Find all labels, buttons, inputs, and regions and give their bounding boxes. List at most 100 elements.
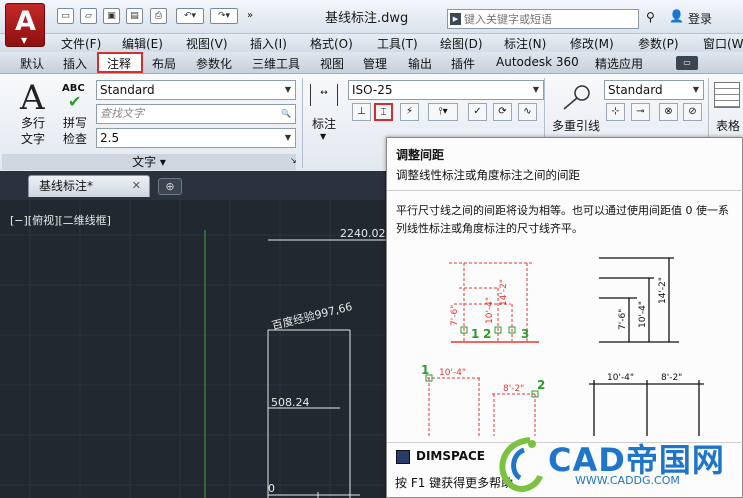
fig-label: 8'-2" <box>503 384 524 394</box>
user-icon: 👤 <box>669 9 684 23</box>
save-as-icon[interactable]: ▤ <box>126 8 143 24</box>
chevron-down-icon: ▼ <box>532 85 539 94</box>
dim-text-bottom[interactable]: 0 <box>268 482 275 495</box>
tab-manage[interactable]: 管理 <box>363 55 387 72</box>
tab-parametric[interactable]: 参数化 <box>196 55 232 72</box>
fig-label: 10'-4" <box>607 373 634 383</box>
menu-dimension[interactable]: 标注(N) <box>504 35 546 52</box>
dim-continue-icon[interactable]: ⫯▾ <box>428 103 458 121</box>
add-leader-icon[interactable]: ⊹ <box>606 103 625 121</box>
text-height-select[interactable]: 2.5 ▼ <box>96 128 296 148</box>
update-icon[interactable]: ⟳ <box>493 103 512 121</box>
panel-launcher-icon[interactable]: ↘ <box>290 156 297 165</box>
dim-baseline-icon[interactable]: ⊥ <box>352 103 371 121</box>
tab-autodesk-360[interactable]: Autodesk 360 <box>496 55 579 69</box>
drawing-geometry <box>0 200 386 498</box>
login-link[interactable]: 登录 <box>688 10 712 27</box>
close-icon[interactable]: ✕ <box>132 176 141 196</box>
viewport-label[interactable]: [−][俯视][二维线框] <box>10 212 111 228</box>
menu-modify[interactable]: 修改(M) <box>570 35 614 52</box>
spell-label-2[interactable]: 检查 <box>63 130 87 147</box>
grid-lines <box>0 200 386 498</box>
mtext-label-2[interactable]: 文字 <box>21 130 45 147</box>
find-text-field[interactable]: 查找文字 🔍 <box>96 104 296 124</box>
drawing-canvas[interactable]: [−][俯视][二维线框] 2240.02 百度经验997,66 508.24 … <box>0 200 386 498</box>
more-tools-icon[interactable]: » <box>247 10 253 21</box>
spell-label-1[interactable]: 拼写 <box>63 114 87 131</box>
menu-parametric[interactable]: 参数(P) <box>638 35 679 52</box>
dim-text-top[interactable]: 2240.02 <box>340 227 386 240</box>
tooltip-illustration: 7'-6" 10'-4" 14'-2" 1 2 3 7'-6" 10'-4" 1… <box>421 257 704 436</box>
inspect-icon[interactable]: ✓ <box>468 103 487 121</box>
application-menu-button[interactable]: A ▼ <box>5 3 45 47</box>
tooltip-detail: 平行尺寸线之间的间距将设为相等。也可以通过使用间距值 0 使一系列线性标注或角度… <box>396 204 729 235</box>
dim-style-select[interactable]: ISO-25 ▼ <box>348 80 544 100</box>
menu-file[interactable]: 文件(F) <box>61 35 101 52</box>
chevron-down-icon: ▼ <box>284 85 291 94</box>
search-box[interactable]: ▶ <box>447 9 639 29</box>
find-icon[interactable]: 🔍 <box>281 105 291 123</box>
fig-label: 10'-4" <box>485 297 495 324</box>
fig-number: 1 <box>471 327 479 341</box>
tab-annotate[interactable]: 注释 <box>107 55 131 72</box>
menu-tools[interactable]: 工具(T) <box>377 35 418 52</box>
save-icon[interactable]: ▣ <box>103 8 120 24</box>
text-style-value: Standard <box>100 83 155 97</box>
text-style-select[interactable]: Standard ▼ <box>96 80 296 100</box>
menu-bar <box>0 34 743 52</box>
new-file-icon[interactable]: ▭ <box>57 8 74 24</box>
tab-insert[interactable]: 插入 <box>63 55 87 72</box>
chevron-down-icon: ▼ <box>21 36 28 45</box>
fig-label: 10'-4" <box>638 301 648 328</box>
multiline-text-icon[interactable]: A <box>20 78 45 118</box>
tab-default[interactable]: 默认 <box>20 55 44 72</box>
dim-text-middle[interactable]: 508.24 <box>271 396 310 409</box>
document-title: 基线标注.dwg <box>325 11 409 26</box>
remove-leader-icon[interactable]: ⊸ <box>631 103 650 121</box>
fig-number: 3 <box>521 327 529 341</box>
undo-icon[interactable]: ↶▾ <box>176 8 204 24</box>
ribbon-toggle-icon[interactable]: ▭ <box>676 56 698 70</box>
fig-label: 10'-4" <box>439 368 466 378</box>
table-icon[interactable] <box>714 82 740 108</box>
leader-style-select[interactable]: Standard ▼ <box>604 80 704 100</box>
dim-break-icon[interactable]: ⚡ <box>400 103 419 121</box>
dimension-icon[interactable]: ↔ <box>310 84 338 106</box>
open-folder-icon[interactable]: ▱ <box>80 8 97 24</box>
menu-insert[interactable]: 插入(I) <box>250 35 287 52</box>
tab-view[interactable]: 视图 <box>320 55 344 72</box>
tooltip-description: 调整线性标注或角度标注之间的间距 <box>396 168 580 182</box>
mtext-label-1[interactable]: 多行 <box>21 114 45 131</box>
print-icon[interactable]: ⎙ <box>150 8 167 24</box>
align-leader-icon[interactable]: ⊗ <box>659 103 678 121</box>
tab-output[interactable]: 输出 <box>408 55 432 72</box>
menu-window[interactable]: 窗口(W <box>703 35 743 52</box>
leader-style-value: Standard <box>608 83 663 97</box>
jogged-linear-icon[interactable]: ∿ <box>518 103 537 121</box>
multileader-label[interactable]: 多重引线 <box>552 117 600 134</box>
tab-3d-tools[interactable]: 三维工具 <box>252 55 300 72</box>
tab-featured-apps[interactable]: 精选应用 <box>595 55 643 72</box>
checkmark-icon[interactable]: ✔ <box>68 92 81 111</box>
tab-plugins[interactable]: 插件 <box>451 55 475 72</box>
watermark-logo <box>490 432 544 494</box>
redo-icon[interactable]: ↷▾ <box>210 8 238 24</box>
expand-icon[interactable]: ▶ <box>450 13 461 25</box>
table-label[interactable]: 表格 <box>716 117 740 134</box>
adjust-space-icon[interactable]: ⌶ <box>374 103 393 121</box>
search-input[interactable] <box>464 11 634 27</box>
chevron-down-icon[interactable]: ▼ <box>320 132 326 141</box>
fig-label: 7'-6" <box>450 305 460 326</box>
menu-format[interactable]: 格式(O) <box>310 35 353 52</box>
new-tab-button[interactable]: ⊕ <box>158 178 182 195</box>
menu-view[interactable]: 视图(V) <box>186 35 228 52</box>
dimension-label[interactable]: 标注 <box>312 115 336 132</box>
binoculars-icon[interactable]: ⚲ <box>646 10 655 24</box>
text-panel-title[interactable]: 文字 ▾ <box>2 154 296 170</box>
menu-edit[interactable]: 编辑(E) <box>122 35 163 52</box>
collect-leader-icon[interactable]: ⊘ <box>683 103 702 121</box>
multileader-icon[interactable] <box>560 84 592 112</box>
tab-layout[interactable]: 布局 <box>152 55 176 72</box>
menu-draw[interactable]: 绘图(D) <box>440 35 483 52</box>
file-tab[interactable]: 基线标注* ✕ <box>28 175 150 197</box>
